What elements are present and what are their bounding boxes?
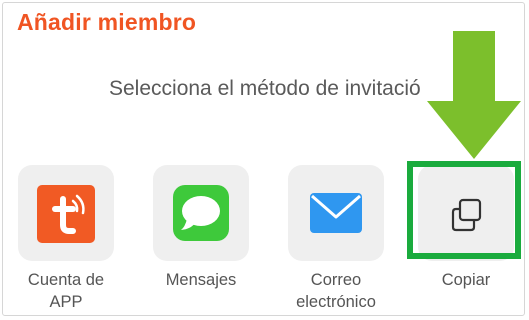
- app-logo-icon: [37, 185, 95, 243]
- arrow-down-icon: [427, 31, 521, 159]
- option-label: Mensajes: [141, 269, 261, 291]
- option-label-line1: Copiar: [441, 271, 491, 289]
- option-label: Correo electrónico: [276, 269, 396, 313]
- option-label-line1: Cuenta de: [27, 271, 105, 289]
- add-member-dialog: Añadir miembro Selecciona el método de i…: [2, 2, 525, 316]
- option-label-line2: APP: [49, 293, 83, 311]
- option-label-line1: Mensajes: [165, 271, 237, 289]
- option-label-line2: electrónico: [296, 293, 376, 311]
- envelope-icon: [308, 187, 364, 239]
- message-bubble-icon: [173, 185, 229, 241]
- option-messages[interactable]: Mensajes: [151, 165, 251, 315]
- option-label-line1: Correo: [310, 271, 362, 289]
- dialog-title: Añadir miembro: [17, 9, 197, 35]
- option-app-account[interactable]: Cuenta de APP: [16, 165, 116, 315]
- option-email[interactable]: Correo electrónico: [286, 165, 386, 315]
- option-label: Cuenta de APP: [6, 269, 126, 313]
- option-tile[interactable]: [288, 165, 384, 261]
- option-tile[interactable]: [18, 165, 114, 261]
- dialog-subtitle: Selecciona el método de invitació: [109, 77, 421, 100]
- option-label: Copiar: [406, 269, 524, 291]
- option-tile[interactable]: [153, 165, 249, 261]
- highlight-box: [407, 161, 521, 259]
